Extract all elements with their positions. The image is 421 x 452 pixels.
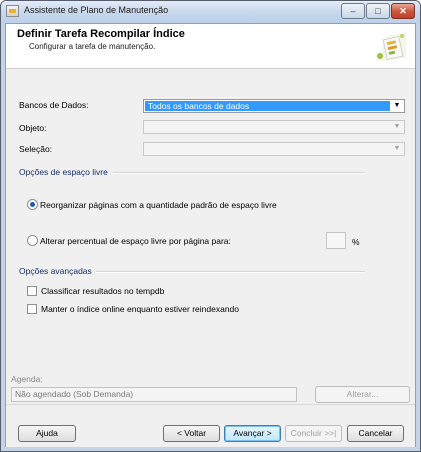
finish-button[interactable]: Concluir >>| [285, 425, 342, 442]
close-button[interactable]: ✕ [391, 3, 415, 19]
app-icon [6, 5, 19, 17]
title-bar[interactable]: Assistente de Plano de Manutenção – □ ✕ [1, 1, 420, 23]
back-button[interactable]: < Voltar [163, 425, 220, 442]
sort-in-tempdb-label[interactable]: Classificar resultados no tempdb [41, 286, 164, 296]
reorganize-default-label[interactable]: Reorganizar páginas com a quantidade pad… [40, 200, 277, 210]
change-percent-radio[interactable] [27, 235, 38, 246]
object-label: Objeto: [19, 123, 47, 133]
change-percent-label[interactable]: Alterar percentual de espaço livre por p… [40, 236, 231, 246]
chevron-down-icon: ▼ [393, 123, 401, 130]
free-space-group-label: Opções de espaço livre [19, 167, 108, 177]
window-title: Assistente de Plano de Manutenção [24, 5, 169, 15]
help-button[interactable]: Ajuda [18, 425, 76, 442]
wizard-button-bar: Ajuda < Voltar Avançar > Concluir >>| Ca… [6, 404, 415, 447]
page-title: Definir Tarefa Recompilar Índice [17, 28, 185, 40]
databases-dropdown-value: Todos os bancos de dados [145, 101, 390, 111]
maximize-button[interactable]: □ [366, 3, 390, 19]
reorganize-default-radio[interactable] [27, 199, 38, 210]
keep-online-checkbox[interactable] [27, 304, 37, 314]
selection-dropdown[interactable]: ▼ [143, 142, 405, 156]
advanced-divider [96, 271, 365, 273]
schedule-label: Agenda: [11, 374, 43, 384]
advanced-group-label: Opções avançadas [19, 266, 92, 276]
chevron-down-icon: ▼ [393, 145, 401, 152]
databases-label: Bancos de Dados: [19, 100, 89, 110]
wizard-header: Definir Tarefa Recompilar Índice Configu… [6, 24, 415, 69]
next-button[interactable]: Avançar > [224, 425, 281, 442]
free-space-divider [113, 172, 365, 174]
wizard-body: Bancos de Dados: Todos os bancos de dado… [6, 69, 415, 404]
percent-unit-label: % [352, 237, 360, 247]
free-space-percent-input[interactable] [326, 232, 346, 249]
minimize-button[interactable]: – [341, 3, 365, 19]
keep-online-label[interactable]: Manter o índice online enquanto estiver … [41, 304, 239, 314]
chevron-down-icon: ▼ [393, 102, 401, 109]
cancel-button[interactable]: Cancelar [347, 425, 404, 442]
sort-in-tempdb-checkbox[interactable] [27, 286, 37, 296]
schedule-field: Não agendado (Sob Demanda) [11, 387, 297, 402]
selection-label: Seleção: [19, 144, 53, 154]
databases-dropdown[interactable]: Todos os bancos de dados ▼ [143, 99, 405, 113]
object-dropdown[interactable]: ▼ [143, 120, 405, 134]
wizard-client-area: Definir Tarefa Recompilar Índice Configu… [5, 23, 416, 447]
change-schedule-button[interactable]: Alterar... [315, 386, 410, 403]
maintenance-plan-wizard-window: Assistente de Plano de Manutenção – □ ✕ … [0, 0, 421, 452]
page-subtitle: Configurar a tarefa de manutenção. [29, 42, 156, 51]
maintenance-wizard-icon [373, 28, 409, 64]
